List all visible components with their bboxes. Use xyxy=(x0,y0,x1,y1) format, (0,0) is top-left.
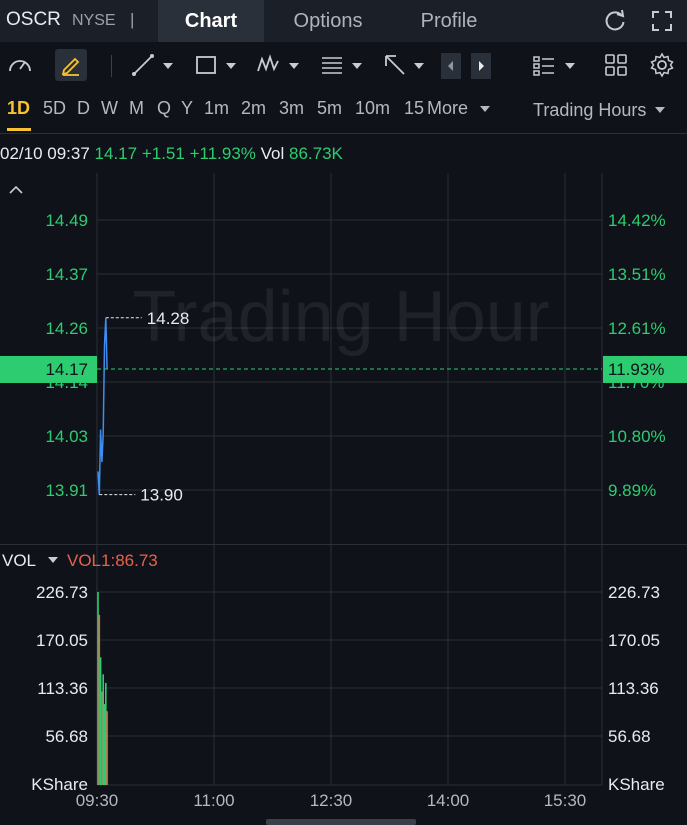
chevron-down-icon[interactable] xyxy=(480,106,490,112)
pct-tick-right: 9.89% xyxy=(608,481,656,500)
rectangle-tool-icon[interactable] xyxy=(193,51,219,79)
volume-tick-right: 56.68 xyxy=(608,727,651,746)
period-3m[interactable]: 3m xyxy=(279,98,304,119)
volume-indicator-value: VOL1:86.73 xyxy=(67,551,158,570)
pct-tick-right: 10.80% xyxy=(608,427,666,446)
time-tick: 14:00 xyxy=(427,791,470,810)
refresh-icon[interactable] xyxy=(602,8,628,34)
chevron-down-icon[interactable] xyxy=(352,63,362,69)
fullscreen-icon[interactable] xyxy=(649,8,675,34)
volume-tick-right: 226.73 xyxy=(608,583,660,602)
chevron-down-icon[interactable] xyxy=(226,63,236,69)
time-tick: 11:00 xyxy=(193,791,234,810)
speedometer-icon[interactable] xyxy=(6,51,34,79)
period-5m[interactable]: 5m xyxy=(317,98,342,119)
period-15m[interactable]: 15 xyxy=(404,98,424,119)
time-tick: 12:30 xyxy=(310,791,353,810)
arrow-tool-icon[interactable] xyxy=(382,51,408,79)
chevron-right-icon xyxy=(479,61,484,71)
chevron-down-icon[interactable] xyxy=(565,63,575,69)
chevron-down-icon xyxy=(655,107,666,113)
period-2m[interactable]: 2m xyxy=(241,98,266,119)
pencil-tool-button[interactable] xyxy=(55,49,87,81)
period-10m[interactable]: 10m xyxy=(355,98,390,119)
active-period-indicator xyxy=(7,128,31,131)
price-tick-left: 14.03 xyxy=(45,427,88,446)
vertical-gridlines xyxy=(96,173,603,785)
pct-tick-right: 14.42% xyxy=(608,211,666,230)
price-line xyxy=(97,317,108,495)
pct-tick-right: 13.51% xyxy=(608,265,666,284)
chevron-left-icon xyxy=(448,61,453,71)
list-layout-icon[interactable] xyxy=(531,51,557,79)
trend-line-icon[interactable] xyxy=(130,51,156,79)
volume-pane-label[interactable]: VOL xyxy=(2,551,36,570)
period-1m[interactable]: 1m xyxy=(204,98,229,119)
period-1d[interactable]: 1D xyxy=(7,98,30,119)
volume-tick-left: 226.73 xyxy=(36,583,88,602)
trading-hours-dropdown[interactable]: Trading Hours xyxy=(533,100,666,121)
volume-tick-right: 170.05 xyxy=(608,631,660,650)
price-tick-left: 13.91 xyxy=(45,481,88,500)
chevron-down-icon[interactable] xyxy=(48,557,58,563)
volume-unit-right: KShare xyxy=(608,775,665,794)
toolbar-divider xyxy=(111,55,112,77)
high-price-label: 14.28 xyxy=(147,309,190,328)
exchange-name: NYSE xyxy=(72,12,116,29)
pattern-tool-icon[interactable] xyxy=(255,51,283,79)
period-month[interactable]: M xyxy=(129,98,144,119)
chevron-down-icon[interactable] xyxy=(289,63,299,69)
chevron-down-icon[interactable] xyxy=(163,63,173,69)
price-tick-left: 14.49 xyxy=(45,211,88,230)
drawing-toolbar xyxy=(0,43,687,87)
pencil-icon xyxy=(61,57,80,76)
price-line-series xyxy=(97,317,108,495)
volume-bars xyxy=(97,592,108,785)
period-5d[interactable]: 5D xyxy=(43,98,66,119)
tab-options[interactable]: Options xyxy=(272,0,384,42)
trading-hours-label: Trading Hours xyxy=(533,100,647,120)
chevron-down-icon[interactable] xyxy=(414,63,424,69)
scroll-right-button[interactable] xyxy=(471,53,491,79)
volume-tick-right: 113.36 xyxy=(608,679,659,698)
current-pct-tag-text: 11.93% xyxy=(608,360,664,379)
header-bar: OSCR NYSE | Chart Options Profile xyxy=(0,0,687,42)
period-more[interactable]: More xyxy=(427,98,468,119)
volume-tick-left: 56.68 xyxy=(45,727,88,746)
low-price-label: 13.90 xyxy=(140,486,183,505)
period-quarter[interactable]: Q xyxy=(157,98,171,119)
period-day[interactable]: D xyxy=(77,98,90,119)
bottom-drag-handle[interactable] xyxy=(266,819,416,825)
price-tick-left: 14.26 xyxy=(45,319,88,338)
current-price-tag-text: 14.17 xyxy=(45,360,88,379)
gear-icon[interactable] xyxy=(649,51,675,79)
ticker-symbol: OSCR xyxy=(6,9,61,30)
chart-area[interactable]: Trading Hour 14.49 14.37 14.26 14.14 14.… xyxy=(0,133,687,825)
tab-profile[interactable]: Profile xyxy=(394,0,504,42)
pct-tick-right: 12.61% xyxy=(608,319,666,338)
price-tick-left: 14.37 xyxy=(45,265,88,284)
tab-chart[interactable]: Chart xyxy=(158,0,264,42)
scroll-left-button[interactable] xyxy=(441,53,461,79)
volume-tick-left: 113.36 xyxy=(37,679,88,698)
watermark-text: Trading Hour xyxy=(132,277,550,357)
volume-bar xyxy=(106,711,108,785)
time-tick: 09:30 xyxy=(76,791,119,810)
chevron-up-icon[interactable] xyxy=(9,185,23,194)
period-year[interactable]: Y xyxy=(181,98,193,119)
grid-layout-icon[interactable] xyxy=(603,51,629,79)
time-tick: 15:30 xyxy=(544,791,587,810)
text-tool-icon[interactable] xyxy=(319,51,345,79)
header-separator: | xyxy=(130,10,135,29)
period-week[interactable]: W xyxy=(101,98,118,119)
volume-tick-left: 170.05 xyxy=(36,631,88,650)
volume-gridlines xyxy=(97,591,602,786)
